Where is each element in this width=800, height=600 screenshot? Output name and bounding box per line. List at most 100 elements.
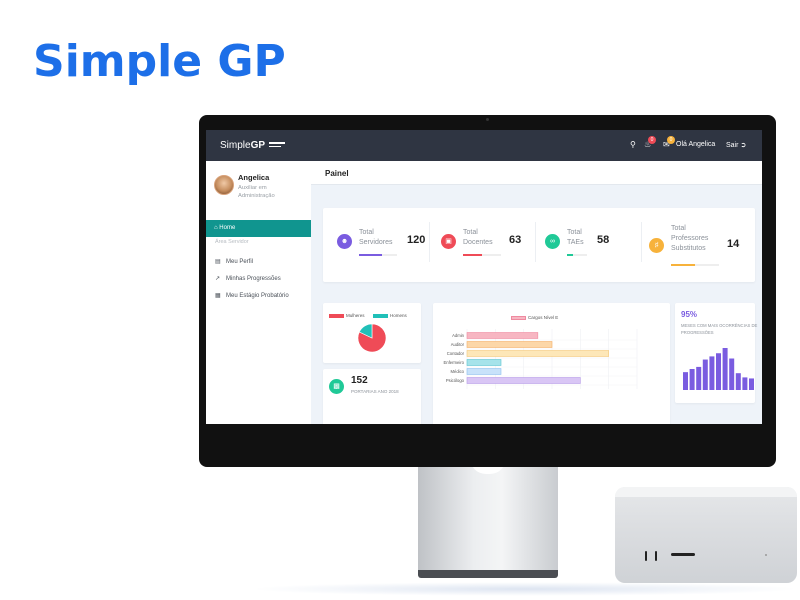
app-topbar: SimpleGP ⚲ ♨ 0 ✉ 0 Olá Angelica Sair ➲ xyxy=(206,130,762,161)
page: Simple GP SimpleGP ⚲ ♨ 0 ✉ 0 Olá Angelic… xyxy=(0,0,800,600)
user-icon: ☻ xyxy=(337,234,352,249)
id-card-icon: ▤ xyxy=(215,259,221,265)
divider xyxy=(641,222,642,262)
bar xyxy=(466,332,539,339)
notification-badge: 0 xyxy=(648,136,656,144)
bar xyxy=(466,359,502,366)
tick-label: Auditor xyxy=(451,342,465,347)
monitor-stand-base xyxy=(418,570,558,578)
brand-title: Simple GP xyxy=(33,36,286,87)
progressoes-card: 95% MESES COM MAIS OCORRÊNCIAS DE PROGRE… xyxy=(675,303,757,403)
stat-progress xyxy=(671,264,719,266)
sidebar-item-label: Minhas Progressões xyxy=(226,276,281,282)
sidebar-item-label: Meu Estágio Probatório xyxy=(226,293,289,299)
home-icon: ⌂ xyxy=(214,225,218,231)
usb-port xyxy=(645,551,647,561)
bar xyxy=(722,348,728,390)
stat-servidores[interactable]: ☻ Total Servidores 120 xyxy=(337,208,437,282)
bar xyxy=(729,358,735,390)
bar xyxy=(742,377,748,390)
legend-swatch xyxy=(329,313,344,318)
portarias-caption: PORTARIAS ANO 2018 xyxy=(351,389,399,394)
bar xyxy=(466,368,502,375)
stats-card: ☻ Total Servidores 120 ▣ Total Docentes 63 xyxy=(323,208,755,282)
usb-port xyxy=(655,551,657,561)
floor-shadow xyxy=(250,582,800,596)
monitor: SimpleGP ⚲ ♨ 0 ✉ 0 Olá Angelica Sair ➲ A… xyxy=(199,115,776,467)
mail-badge: 0 xyxy=(667,136,675,144)
legend-swatch xyxy=(373,313,388,318)
logout-button[interactable]: Sair ➲ xyxy=(726,141,746,149)
stat-progress xyxy=(463,254,501,256)
portarias-value: 152 xyxy=(351,375,368,386)
menu-toggle-icon[interactable] xyxy=(269,142,285,150)
stat-taes[interactable]: ∞ Total TAEs 58 xyxy=(545,208,645,282)
sidebar-item-minhas-progressoes[interactable]: ↗ Minhas Progressões xyxy=(215,275,281,282)
avatar[interactable] xyxy=(214,175,234,195)
tick-label: Psicólogo xyxy=(446,378,465,383)
sidebar: Angelica Auxiliar em Administração ⌂ Hom… xyxy=(206,161,311,424)
bar xyxy=(466,350,609,357)
page-header: Painel xyxy=(311,161,762,185)
page-title: Painel xyxy=(325,169,349,178)
stat-value: 120 xyxy=(407,234,426,246)
stat-value: 63 xyxy=(509,234,522,246)
legend-item[interactable]: Mulheres xyxy=(329,313,365,318)
camera-dot xyxy=(486,118,489,121)
document-icon: ▦ xyxy=(215,293,221,299)
main-content: Painel ☻ Total Servidores 120 ▣ Total Doce… xyxy=(311,161,762,424)
search-icon[interactable]: ⚲ xyxy=(630,140,636,149)
book-icon: ▣ xyxy=(441,234,456,249)
stat-value: 14 xyxy=(727,238,740,250)
bar xyxy=(749,378,754,390)
monitor-stand xyxy=(418,466,558,574)
stat-substitutos[interactable]: ♯ Total Professores Substitutos 14 xyxy=(649,208,753,282)
mac-studio-device xyxy=(615,487,797,583)
stat-label: Total TAEs xyxy=(567,229,584,246)
stat-progress xyxy=(359,254,397,256)
mac-studio-top xyxy=(615,487,797,497)
stat-label: Total Professores Substitutos xyxy=(671,225,709,252)
sidebar-item-label: Home xyxy=(219,225,236,231)
bar xyxy=(696,366,702,390)
user-name: Angelica xyxy=(238,173,270,182)
screen: SimpleGP ⚲ ♨ 0 ✉ 0 Olá Angelica Sair ➲ A… xyxy=(206,130,762,424)
logout-label: Sair xyxy=(726,142,739,149)
bar xyxy=(689,369,695,390)
stat-label: Total Servidores xyxy=(359,229,393,246)
sd-card-slot xyxy=(671,553,695,556)
bar xyxy=(702,359,708,390)
legend-item[interactable]: Homens xyxy=(373,313,407,318)
bar xyxy=(709,356,715,390)
bar xyxy=(735,373,741,390)
divider xyxy=(535,222,536,262)
logo-suffix: GP xyxy=(250,140,266,151)
cargos-chart-card: Cargos Nível E Admin Auditor Contador Enfer… xyxy=(433,303,670,424)
tick-label: Admin xyxy=(452,333,465,338)
line-chart-icon: ↗ xyxy=(215,276,221,282)
progressoes-bar-chart xyxy=(683,348,754,390)
tick-label: Médico xyxy=(451,369,465,374)
link-icon: ∞ xyxy=(545,234,560,249)
user-greeting[interactable]: Olá Angelica xyxy=(676,141,715,148)
sidebar-item-label: Meu Perfil xyxy=(226,259,254,265)
bar xyxy=(716,353,721,390)
tick-label: Enfermeiro xyxy=(444,360,465,365)
user-role: Auxiliar em Administração xyxy=(238,185,275,199)
sidebar-item-meu-perfil[interactable]: ▤ Meu Perfil xyxy=(215,258,253,265)
stat-value: 58 xyxy=(597,234,610,246)
stat-docentes[interactable]: ▣ Total Docentes 63 xyxy=(441,208,541,282)
logout-icon: ➲ xyxy=(740,142,747,149)
stat-label: Total Docentes xyxy=(463,229,493,246)
stat-progress xyxy=(567,254,587,256)
sidebar-item-home[interactable]: ⌂ Home xyxy=(206,220,311,237)
logo-prefix: Simple xyxy=(220,140,251,151)
app-logo[interactable]: SimpleGP xyxy=(220,140,265,151)
sidebar-item-estagio-probatorio[interactable]: ▦ Meu Estágio Probatório xyxy=(215,292,289,299)
cargos-bar-chart: Admin Auditor Contador Enfermeiro Médico Psic… xyxy=(444,329,638,389)
bar xyxy=(466,341,553,348)
portarias-card: ▩ 152 PORTARIAS ANO 2018 xyxy=(323,369,421,424)
gender-pie-chart xyxy=(357,323,387,353)
calendar-icon: ▩ xyxy=(329,379,344,394)
sidebar-section-label: Área Servidor xyxy=(215,239,249,245)
